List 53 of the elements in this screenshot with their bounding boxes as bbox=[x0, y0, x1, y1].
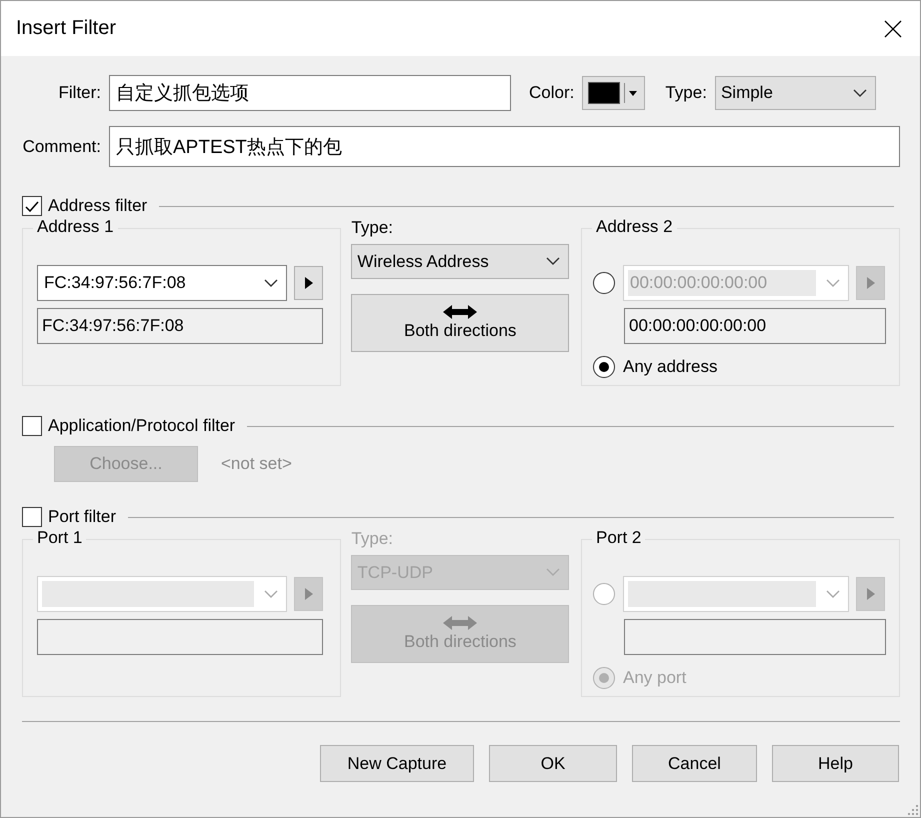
double-arrow-icon bbox=[443, 616, 478, 630]
color-picker[interactable] bbox=[582, 76, 646, 110]
play-arrow-icon bbox=[304, 588, 312, 600]
play-arrow-icon bbox=[866, 588, 874, 600]
double-arrow-icon bbox=[443, 305, 478, 319]
text-field[interactable] bbox=[624, 619, 886, 655]
text-field[interactable]: FC:34:97:56:7F:08 bbox=[37, 308, 323, 344]
direction-button[interactable]: Both directions bbox=[351, 294, 569, 352]
chevron-down-icon bbox=[826, 590, 840, 598]
resize-grip-icon bbox=[906, 805, 918, 815]
field-label: Type: bbox=[665, 83, 707, 103]
chevron-down-icon bbox=[852, 88, 867, 98]
field-label: Filter: bbox=[58, 83, 101, 103]
window-title: Insert Filter bbox=[16, 17, 116, 40]
chevron-down-icon bbox=[264, 278, 278, 288]
comment-field[interactable]: 只抓取APTEST热点下的包 bbox=[109, 126, 900, 167]
field-label: Color: bbox=[529, 83, 574, 103]
field-label: Type: bbox=[351, 529, 394, 550]
checkbox-label: Address filter bbox=[48, 196, 148, 216]
type-dropdown[interactable]: Simple bbox=[714, 76, 876, 110]
type-dropdown[interactable]: Wireless Address bbox=[351, 244, 569, 279]
radio-label: Any address bbox=[623, 357, 718, 377]
chevron-down-icon bbox=[546, 257, 560, 266]
play-arrow-icon bbox=[304, 277, 312, 289]
checkbox[interactable] bbox=[22, 196, 42, 216]
caret-icon bbox=[629, 90, 638, 96]
checkbox[interactable] bbox=[22, 416, 42, 436]
dialog-button[interactable]: New Capture bbox=[320, 745, 474, 782]
play-arrow-icon bbox=[866, 277, 874, 289]
combo-box[interactable]: FC:34:97:56:7F:08 bbox=[37, 265, 287, 301]
field-label: Comment: bbox=[22, 136, 101, 156]
arrow-button[interactable] bbox=[294, 266, 323, 300]
radio-label: Any port bbox=[623, 668, 686, 688]
checkbox-label: Port filter bbox=[48, 507, 116, 527]
text-field[interactable]: 00:00:00:00:00:00 bbox=[624, 308, 886, 344]
chevron-down-icon bbox=[826, 278, 840, 288]
close-button[interactable] bbox=[884, 20, 902, 38]
checkbox-label: Application/Protocol filter bbox=[48, 416, 236, 436]
dialog-button[interactable]: Cancel bbox=[632, 745, 757, 782]
filter-field[interactable]: 自定义抓包选项 bbox=[109, 75, 511, 111]
dropdown-value: Simple bbox=[720, 83, 773, 103]
close-icon bbox=[884, 20, 902, 38]
dialog-button[interactable]: Help bbox=[772, 745, 899, 782]
status-text: <not set> bbox=[221, 454, 292, 474]
chevron-down-icon bbox=[264, 590, 278, 598]
chevron-down-icon bbox=[546, 568, 560, 577]
text-field[interactable] bbox=[37, 619, 323, 655]
radio-button[interactable] bbox=[593, 272, 615, 294]
radio-button[interactable] bbox=[593, 356, 615, 378]
dialog-button[interactable]: OK bbox=[489, 745, 617, 782]
dropdown-value: Wireless Address bbox=[357, 252, 489, 272]
field-label: Type: bbox=[351, 218, 394, 239]
checkmark-icon bbox=[24, 199, 40, 213]
